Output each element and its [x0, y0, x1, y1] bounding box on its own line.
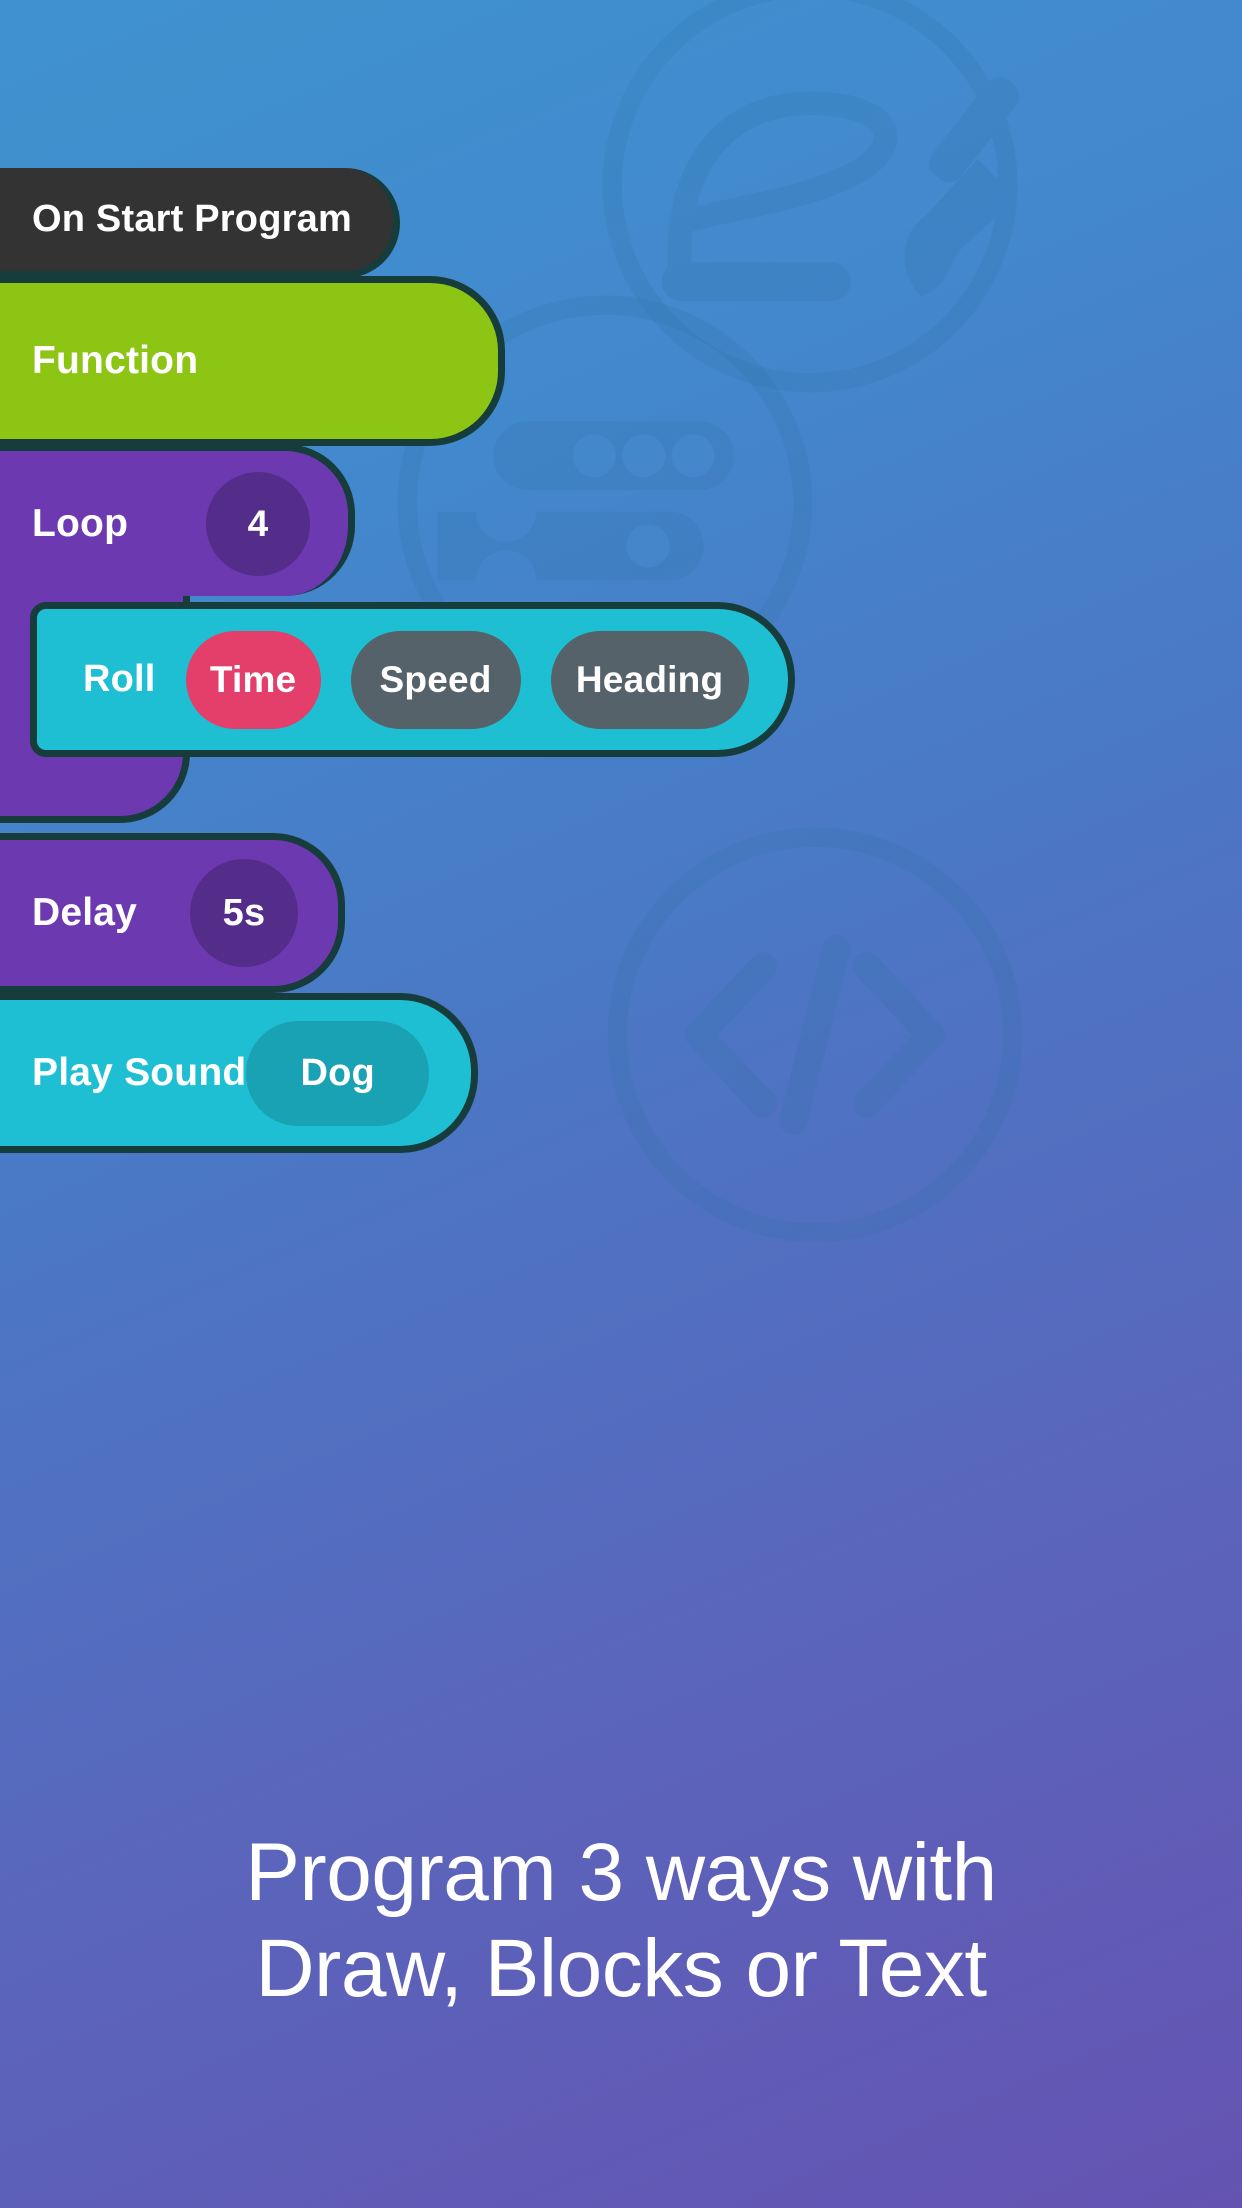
- block-label: On Start Program: [32, 198, 352, 240]
- block-loop[interactable]: Loop 4: [0, 444, 355, 596]
- caption: Program 3 ways with Draw, Blocks or Text: [0, 1825, 1242, 2017]
- block-play-sound[interactable]: Play Sound Dog: [0, 993, 478, 1153]
- roll-param-speed[interactable]: Speed: [350, 630, 521, 729]
- play-sound-value[interactable]: Dog: [246, 1020, 429, 1126]
- block-delay[interactable]: Delay 5s: [0, 833, 345, 993]
- block-label: Function: [32, 339, 199, 382]
- block-on-start-program[interactable]: On Start Program: [0, 168, 400, 278]
- block-label: Play Sound: [32, 1051, 247, 1094]
- program-block-stack: On Start Program Function Loop 4 Roll Ti…: [0, 0, 1242, 1168]
- loop-count-value[interactable]: 4: [206, 471, 310, 576]
- app-screenshot: On Start Program Function Loop 4 Roll Ti…: [0, 0, 1242, 2208]
- caption-line-2: Draw, Blocks or Text: [255, 1922, 987, 2014]
- caption-line-1: Program 3 ways with: [245, 1827, 997, 1918]
- block-function[interactable]: Function: [0, 276, 505, 446]
- block-label: Loop: [32, 501, 129, 545]
- block-roll[interactable]: Roll Time Speed Heading: [30, 602, 795, 757]
- block-label: Delay: [32, 891, 138, 934]
- roll-param-time[interactable]: Time: [185, 630, 321, 729]
- block-label: Roll: [83, 658, 156, 700]
- delay-duration-value[interactable]: 5s: [190, 859, 298, 967]
- roll-param-heading[interactable]: Heading: [550, 630, 749, 729]
